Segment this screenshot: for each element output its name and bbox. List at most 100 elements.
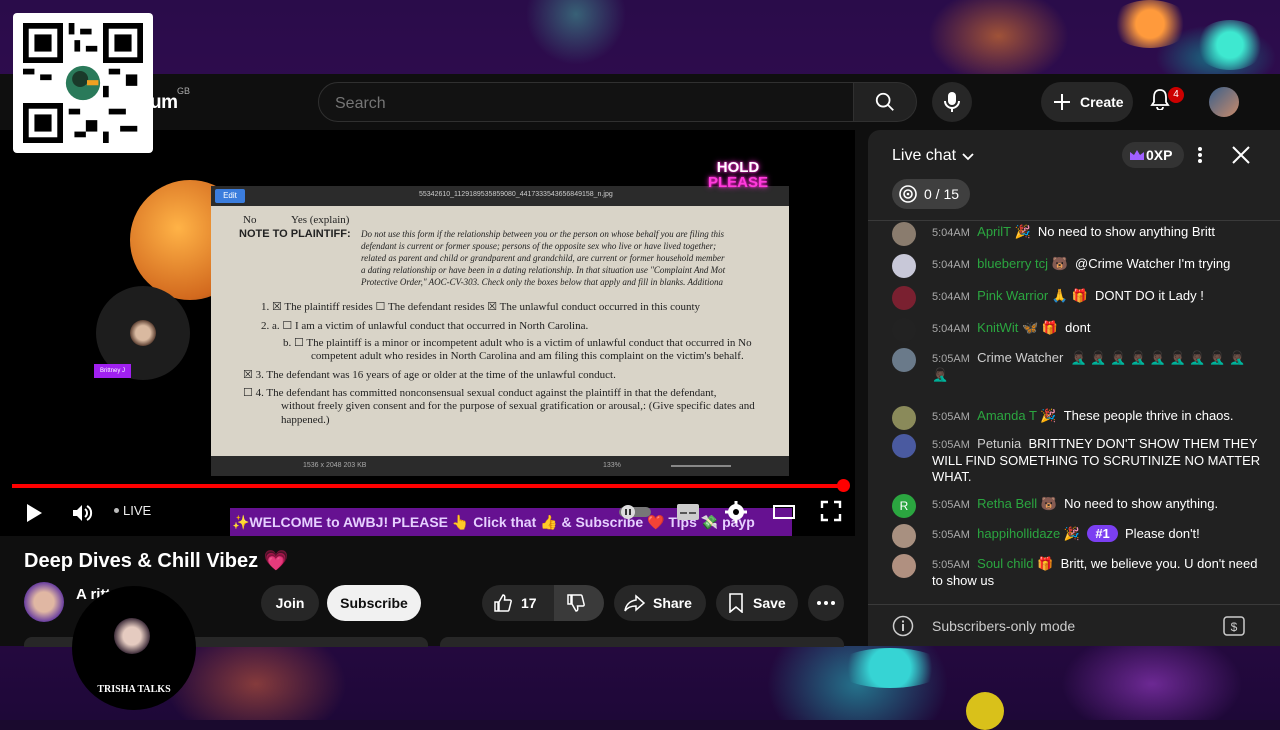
webcam-name-tag: Brittney J bbox=[94, 364, 132, 378]
chat-text: Please don't! bbox=[1125, 526, 1200, 541]
chat-body: 5:05AM Crime Watcher 🤦🏿‍♂️ 🤦🏿‍♂️ 🤦🏿‍♂️ 🤦… bbox=[932, 350, 1262, 383]
save-label: Save bbox=[753, 595, 786, 611]
chat-time: 5:05AM bbox=[932, 529, 970, 541]
doc-note-label: NOTE TO PLAINTIFF: bbox=[239, 228, 351, 240]
live-label[interactable]: LIVE bbox=[123, 503, 151, 518]
info-icon[interactable] bbox=[892, 615, 914, 637]
description-box[interactable] bbox=[440, 637, 844, 647]
trisha-talks-webcam: TRISHA TALKS bbox=[72, 586, 196, 710]
pumpkin-decoration bbox=[835, 648, 945, 688]
chat-text: dont bbox=[1065, 320, 1091, 335]
settings-gear-icon[interactable] bbox=[724, 500, 748, 524]
play-icon[interactable] bbox=[24, 502, 44, 524]
chat-body: 5:05AM Retha Bell 🐻 No need to show anyt… bbox=[932, 496, 1262, 513]
chat-author[interactable]: Petunia bbox=[977, 436, 1021, 451]
hold-please-sign: HOLD PLEASE bbox=[708, 160, 768, 190]
theater-mode-icon[interactable] bbox=[772, 502, 796, 522]
cursor-highlight bbox=[966, 692, 1004, 730]
chat-avatar[interactable] bbox=[892, 554, 916, 578]
chat-author[interactable]: AprilT 🎉 bbox=[977, 224, 1031, 239]
autoplay-toggle-icon[interactable] bbox=[618, 504, 652, 520]
chat-time: 5:04AM bbox=[932, 227, 970, 239]
progress-fill bbox=[12, 484, 845, 488]
doc-zoom-slider bbox=[671, 465, 731, 467]
account-avatar[interactable] bbox=[1209, 87, 1239, 117]
chat-body: 5:05AM Soul child 🎁 Britt, we believe yo… bbox=[932, 556, 1262, 589]
progress-bar[interactable] bbox=[12, 484, 845, 488]
chat-title[interactable]: Live chat bbox=[892, 147, 956, 165]
doc-item-2b: b. ☐ The plaintiff is a minor or incompe… bbox=[283, 337, 752, 349]
thumbs-down-icon bbox=[567, 594, 585, 612]
doc-item-2b-cont: competent adult who resides in North Car… bbox=[311, 350, 744, 362]
chat-author[interactable]: Soul child 🎁 bbox=[977, 556, 1053, 571]
chat-text: DONT DO it Lady ! bbox=[1095, 288, 1204, 303]
chat-body: 5:04AM KnitWit 🦋 🎁 dont bbox=[932, 320, 1262, 337]
chat-avatar[interactable] bbox=[892, 254, 916, 278]
super-chat-icon[interactable]: $ bbox=[1223, 616, 1245, 636]
chat-author[interactable]: blueberry tcj 🐻 bbox=[977, 256, 1068, 271]
chat-avatar[interactable] bbox=[892, 286, 916, 310]
doc-note-line: defendant is current or former spouse; p… bbox=[361, 241, 717, 251]
pumpkin-decoration bbox=[1195, 20, 1265, 70]
join-button[interactable]: Join bbox=[261, 585, 319, 621]
search-icon bbox=[875, 92, 894, 111]
bell-icon[interactable] bbox=[1150, 88, 1170, 110]
like-button[interactable]: 17 bbox=[482, 585, 554, 621]
xp-badge[interactable]: 0XP bbox=[1122, 142, 1184, 168]
doc-zoom: 133% bbox=[603, 462, 621, 469]
more-actions-button[interactable] bbox=[808, 585, 844, 621]
avatar-initial: R bbox=[899, 499, 909, 513]
chat-avatar[interactable] bbox=[892, 348, 916, 372]
doc-no-option: No bbox=[243, 214, 257, 226]
chat-body: 5:05AM Petunia BRITTNEY DON'T SHOW THEM … bbox=[932, 436, 1262, 485]
chat-time: 5:04AM bbox=[932, 259, 970, 271]
chat-time: 5:04AM bbox=[932, 291, 970, 303]
voice-search-button[interactable] bbox=[932, 82, 972, 122]
fullscreen-icon[interactable] bbox=[820, 500, 842, 522]
chat-avatar[interactable] bbox=[892, 406, 916, 430]
create-button[interactable]: Create bbox=[1041, 82, 1133, 122]
chat-text: These people thrive in chaos. bbox=[1063, 408, 1234, 423]
chat-author[interactable]: Pink Warrior 🙏 🎁 bbox=[977, 288, 1088, 303]
channel-avatar[interactable] bbox=[24, 582, 64, 622]
search-input[interactable] bbox=[333, 94, 837, 114]
chat-body: 5:04AM AprilT 🎉 No need to show anything… bbox=[932, 224, 1262, 241]
please-text: PLEASE bbox=[708, 174, 769, 191]
close-icon[interactable] bbox=[1232, 146, 1250, 164]
more-vertical-icon[interactable] bbox=[1197, 146, 1203, 164]
notification-badge: 4 bbox=[1168, 87, 1184, 103]
logo-text[interactable]: um bbox=[150, 92, 178, 114]
save-button[interactable]: Save bbox=[716, 585, 798, 621]
goal-value: 0 / 15 bbox=[924, 186, 960, 202]
search-box[interactable] bbox=[318, 82, 854, 122]
chat-avatar[interactable] bbox=[892, 434, 916, 458]
like-count: 17 bbox=[521, 595, 537, 611]
volume-icon[interactable] bbox=[70, 501, 94, 525]
subtitles-icon[interactable] bbox=[676, 502, 700, 522]
chat-author[interactable]: Amanda T 🎉 bbox=[977, 408, 1056, 423]
document-screenshot: Edit 55342610_1129189535859080_441733354… bbox=[211, 186, 789, 476]
chat-avatar[interactable] bbox=[892, 318, 916, 342]
search-button[interactable] bbox=[853, 82, 917, 122]
chat-header: Live chat 0XP 0 / 15 bbox=[868, 130, 1280, 221]
dislike-button[interactable] bbox=[554, 585, 604, 621]
share-button[interactable]: Share bbox=[614, 585, 706, 621]
chat-author[interactable]: KnitWit 🦋 🎁 bbox=[977, 320, 1058, 335]
chat-avatar[interactable] bbox=[892, 222, 916, 246]
chat-body: 5:04AM Pink Warrior 🙏 🎁 DONT DO it Lady … bbox=[932, 288, 1262, 305]
chat-avatar[interactable] bbox=[892, 524, 916, 548]
chat-text: @Crime Watcher I'm trying bbox=[1075, 256, 1231, 271]
chat-goal-pill[interactable]: 0 / 15 bbox=[892, 179, 970, 209]
chat-avatar[interactable]: R bbox=[892, 494, 916, 518]
chevron-down-icon[interactable] bbox=[961, 152, 975, 162]
doc-item-4-cont: without freely given consent and for the… bbox=[281, 400, 755, 412]
doc-note-line: related as parent and child or grandpare… bbox=[361, 253, 725, 263]
more-horizontal-icon bbox=[817, 601, 835, 605]
chat-author[interactable]: Crime Watcher bbox=[977, 350, 1063, 365]
progress-scrubber[interactable] bbox=[837, 479, 850, 492]
video-player[interactable]: Edit 55342610_1129189535859080_441733354… bbox=[0, 130, 855, 536]
chat-author[interactable]: Retha Bell 🐻 bbox=[977, 496, 1057, 511]
chat-body: 5:05AM happihollidaze 🎉 #1 Please don't! bbox=[932, 525, 1262, 543]
chat-author[interactable]: happihollidaze 🎉 bbox=[977, 526, 1080, 541]
subscribe-button[interactable]: Subscribe bbox=[327, 585, 421, 621]
